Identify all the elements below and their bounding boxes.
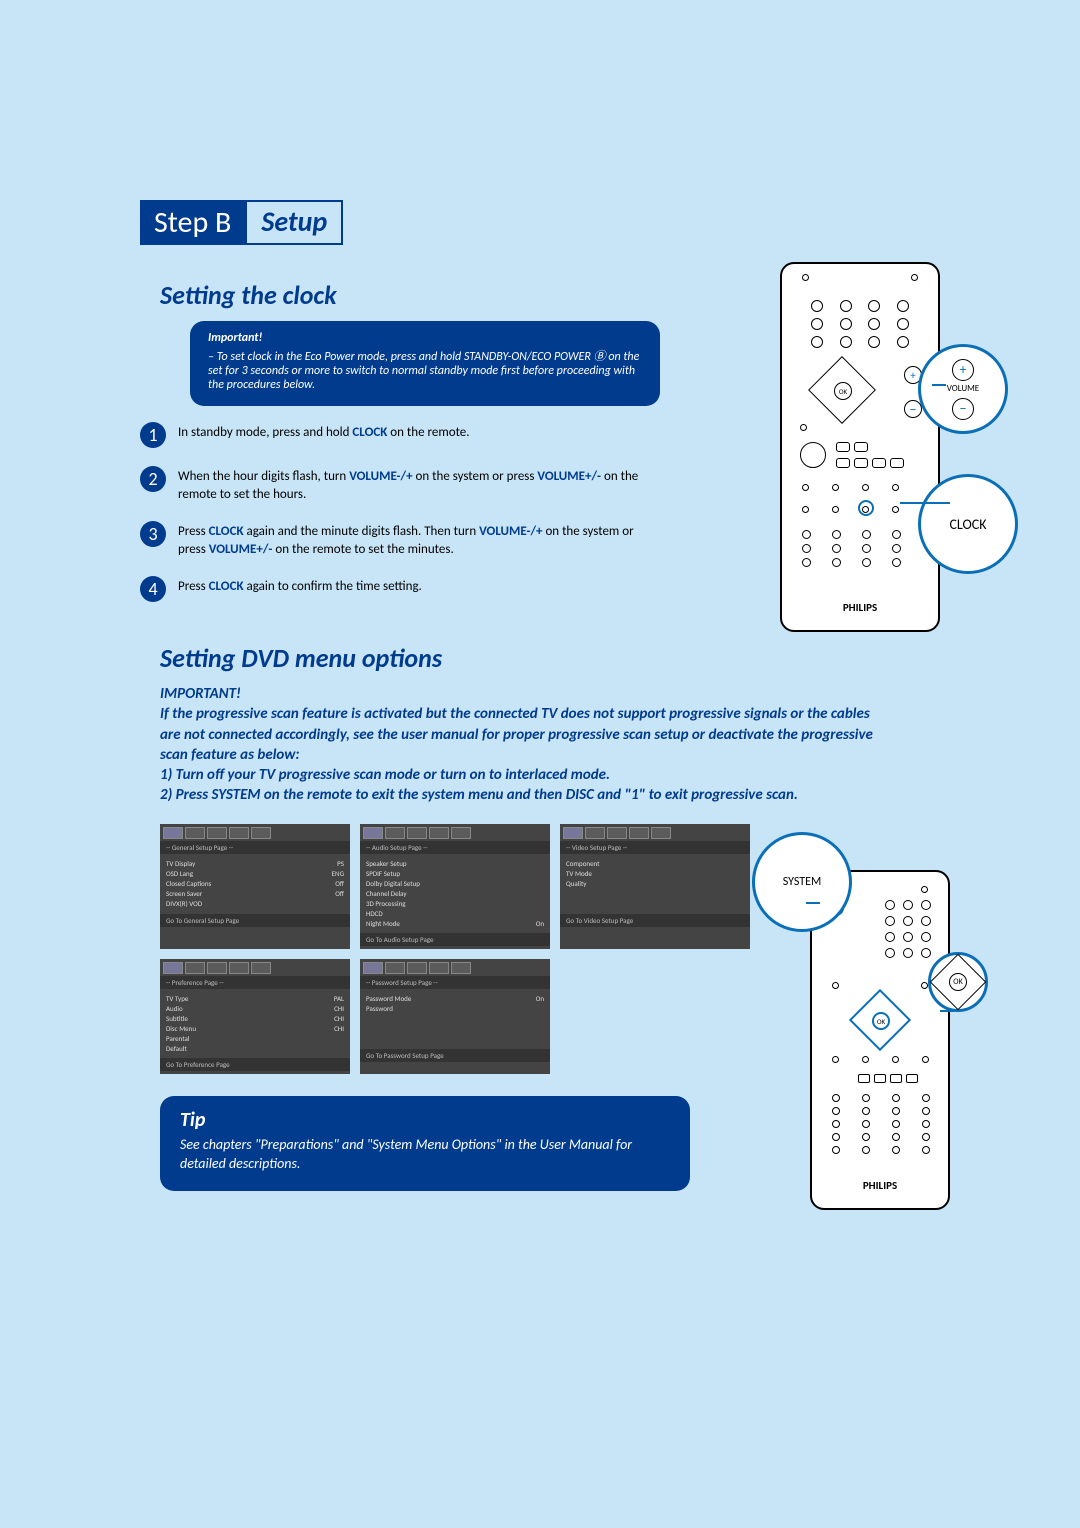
screen-row: Disc MenuCHI [166,1024,344,1033]
screen-title: -- General Setup Page -- [160,841,350,854]
screen-row: TV TypePAL [166,994,344,1003]
ok-callout: OK [928,952,988,1012]
screen-row: AudioCHI [166,1004,344,1013]
screen-row: Password ModeOn [366,994,544,1003]
step-label: Setup [245,200,343,245]
screen-row: SPDIF Setup [366,869,544,878]
screen-title: -- Password Setup Page -- [360,976,550,989]
screen-row: 3D Processing [366,899,544,908]
screen-footer: Go To Preference Page [160,1058,350,1071]
screen-row: OSD LangENG [166,869,344,878]
step-row: 4 Press CLOCK again to confirm the time s… [140,578,660,602]
menu-screen: -- Password Setup Page -- Password ModeOn… [360,959,550,1074]
step-number: 3 [140,521,166,547]
step-text: When the hour digits flash, turn VOLUME-… [178,468,660,503]
screen-row: Parental [166,1034,344,1043]
step-text: Press CLOCK again to confirm the time se… [178,578,422,596]
ok-button: OK [834,382,852,400]
tip-body: See chapters "Preparations" and "System … [180,1136,670,1174]
important-box: Important! – To set clock in the Eco Pow… [190,321,660,406]
remote-control-2: OK PHILIPS SYSTEM OK [810,870,950,1210]
screen-row: DIVX(R) VOD [166,899,344,908]
step-row: 2 When the hour digits flash, turn VOLUME… [140,468,660,503]
screen-row: Component [566,859,744,868]
screen-row: Dolby Digital Setup [366,879,544,888]
screen-row: Closed CaptionsOff [166,879,344,888]
step-text: In standby mode, press and hold CLOCK on… [178,424,470,442]
menu-screen: -- Preference Page -- TV TypePALAudioCHIS… [160,959,350,1074]
step-badge: Step B [140,200,245,245]
volume-callout-label: VOLUME [947,383,979,394]
volume-callout: + VOLUME − [918,344,1008,434]
ok-callout-label: OK [949,973,967,991]
important-body: – To set clock in the Eco Power mode, pr… [208,347,642,392]
screen-title: -- Preference Page -- [160,976,350,989]
screen-row: Quality [566,879,744,888]
brand-logo-2: PHILIPS [822,1179,938,1192]
clock-callout-label: CLOCK [949,516,986,533]
tip-head: Tip [180,1108,670,1132]
screen-row: TV DisplayPS [166,859,344,868]
step-number: 4 [140,576,166,602]
screen-row: Night ModeOn [366,919,544,928]
volume-minus-icon: − [952,398,974,420]
section2-important-head: IMPORTANT! [160,684,880,704]
screen-row: HDCD [366,909,544,918]
volume-plus-icon: + [952,359,974,381]
screen-footer: Go To Password Setup Page [360,1049,550,1062]
step-row: 3 Press CLOCK again and the minute digits… [140,523,660,558]
system-callout-label: SYSTEM [783,875,822,889]
screen-title: -- Video Setup Page -- [560,841,750,854]
screen-footer: Go To Video Setup Page [560,914,750,927]
step-text: Press CLOCK again and the minute digits … [178,523,660,558]
step-row: 1 In standby mode, press and hold CLOCK o… [140,424,660,448]
screen-row: TV Mode [566,869,744,878]
remote-control-1: OK + − [780,262,940,632]
tip-box: Tip See chapters "Preparations" and "Sys… [160,1096,690,1192]
section2-title: Setting DVD menu options [160,642,940,674]
step-number: 2 [140,466,166,492]
screen-row: Default [166,1044,344,1053]
menu-screen: -- Audio Setup Page -- Speaker SetupSPDIF… [360,824,550,949]
step-header: Step B Setup [140,200,343,245]
menu-screen: -- General Setup Page -- TV DisplayPSOSD … [160,824,350,949]
section2-important-body: If the progressive scan feature is activ… [160,704,880,805]
screen-footer: Go To General Setup Page [160,914,350,927]
screen-row: Channel Delay [366,889,544,898]
step-number: 1 [140,422,166,448]
screen-row: Speaker Setup [366,859,544,868]
system-callout: SYSTEM [752,832,852,932]
brand-logo: PHILIPS [792,601,928,614]
screen-title: -- Audio Setup Page -- [360,841,550,854]
clock-callout: CLOCK [918,474,1018,574]
important-head: Important! [208,331,642,345]
screen-footer: Go To Audio Setup Page [360,933,550,946]
screen-row: Screen SaverOff [166,889,344,898]
screen-row: Password [366,1004,544,1013]
menu-screen: -- Video Setup Page -- ComponentTV ModeQu… [560,824,750,949]
screen-row: SubtitleCHI [166,1014,344,1023]
